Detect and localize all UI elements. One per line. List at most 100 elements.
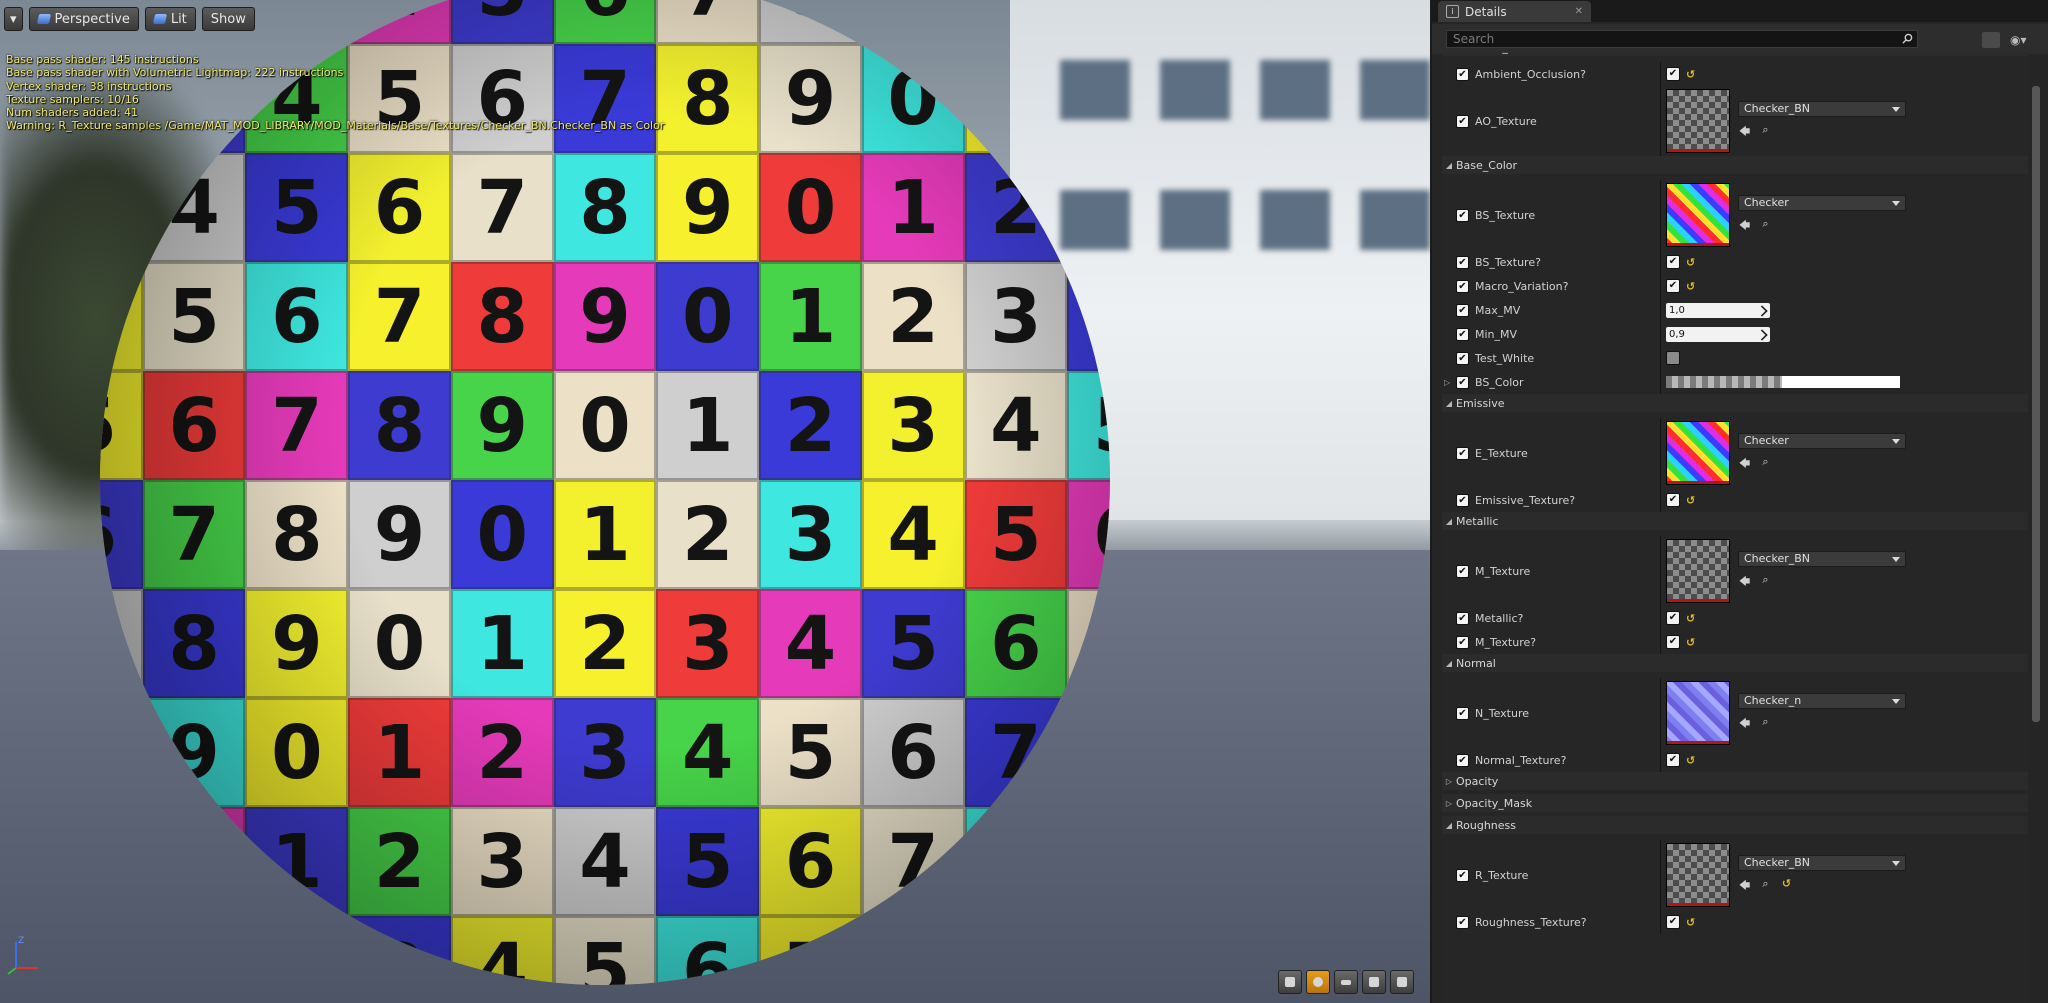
override-checkbox[interactable]: ✔: [1456, 375, 1469, 389]
override-checkbox[interactable]: ✔: [1456, 327, 1469, 341]
search-input[interactable]: Search: [1446, 30, 1918, 48]
texture-thumbnail[interactable]: [1666, 681, 1730, 745]
browse-search-icon[interactable]: ⌕: [1759, 455, 1772, 474]
browse-search-icon[interactable]: ⌕: [1759, 573, 1772, 592]
override-checkbox[interactable]: ✔: [1456, 635, 1469, 649]
reset-to-default-icon[interactable]: ↺: [1686, 280, 1695, 293]
texture-asset-dropdown[interactable]: Checker_BN: [1738, 550, 1906, 567]
category-ambient-occlusion[interactable]: ◢Ambient_Occlusion: [1442, 52, 2028, 56]
column-divider[interactable]: [1660, 678, 1661, 748]
browse-search-icon[interactable]: ⌕: [1759, 217, 1772, 236]
show-button[interactable]: Show: [201, 7, 255, 31]
texture-asset-dropdown[interactable]: Checker_n: [1738, 692, 1906, 709]
override-checkbox[interactable]: ✔: [1456, 493, 1469, 507]
reset-to-default-icon[interactable]: ↺: [1686, 754, 1695, 767]
texture-thumbnail[interactable]: [1666, 183, 1730, 247]
number-input[interactable]: 1,0: [1666, 302, 1770, 318]
texture-asset-dropdown[interactable]: Checker: [1738, 194, 1906, 211]
value-checkbox[interactable]: ✔: [1666, 255, 1680, 269]
tab-details[interactable]: i Details ✕: [1438, 1, 1591, 22]
drag-handle-icon[interactable]: [1756, 304, 1768, 317]
value-checkbox[interactable]: ✔: [1666, 279, 1680, 293]
column-divider[interactable]: [1660, 840, 1661, 910]
category-normal[interactable]: ◢ Normal: [1442, 654, 2028, 672]
override-checkbox[interactable]: ✔: [1456, 611, 1469, 625]
column-divider[interactable]: [1660, 274, 1661, 298]
column-divider[interactable]: [1660, 250, 1661, 274]
reset-to-default-icon[interactable]: ↺: [1686, 916, 1695, 929]
preview-sphere[interactable]: 1234567890123456789012345678901234567890…: [100, 0, 1110, 985]
use-selected-arrow-icon[interactable]: 🡄: [1738, 217, 1751, 236]
category-metallic[interactable]: ◢ Metallic: [1442, 512, 2028, 530]
column-divider[interactable]: [1660, 322, 1661, 346]
color-swatch[interactable]: [1666, 376, 1900, 388]
column-divider[interactable]: [1660, 748, 1661, 772]
browse-search-icon[interactable]: ⌕: [1759, 715, 1772, 734]
override-checkbox[interactable]: ✔: [1456, 446, 1469, 460]
column-divider[interactable]: [1660, 62, 1661, 86]
use-selected-arrow-icon[interactable]: 🡄: [1738, 573, 1751, 592]
value-checkbox[interactable]: ✔: [1666, 635, 1680, 649]
override-checkbox[interactable]: ✔: [1456, 303, 1469, 317]
browse-search-icon[interactable]: ⌕: [1759, 877, 1772, 896]
column-divider[interactable]: [1660, 180, 1661, 250]
category-base-color[interactable]: ◢ Base_Color: [1442, 156, 2028, 174]
drag-handle-icon[interactable]: [1756, 328, 1768, 341]
column-divider[interactable]: [1660, 910, 1661, 934]
details-scrollbar[interactable]: [2032, 86, 2040, 722]
category-roughness[interactable]: ◢ Roughness: [1442, 816, 2028, 834]
column-divider[interactable]: [1660, 418, 1661, 488]
close-icon[interactable]: ✕: [1575, 6, 1583, 17]
override-checkbox[interactable]: ✔: [1456, 255, 1469, 269]
reset-to-default-icon[interactable]: ↺: [1686, 68, 1695, 81]
category-opacity[interactable]: ▷ Opacity: [1442, 772, 2028, 790]
override-checkbox[interactable]: ✔: [1456, 208, 1469, 222]
column-divider[interactable]: [1660, 488, 1661, 512]
override-checkbox[interactable]: ✔: [1456, 868, 1469, 882]
viewport[interactable]: 1234567890123456789012345678901234567890…: [0, 0, 1430, 1003]
use-selected-arrow-icon[interactable]: 🡄: [1738, 123, 1751, 142]
texture-asset-dropdown[interactable]: Checker_BN: [1738, 854, 1906, 871]
use-selected-arrow-icon[interactable]: 🡄: [1738, 715, 1751, 734]
column-divider[interactable]: [1660, 606, 1661, 630]
cube-preview-button[interactable]: [1362, 970, 1386, 994]
override-checkbox[interactable]: ✔: [1456, 114, 1469, 128]
property-matrix-icon[interactable]: [1982, 32, 2000, 48]
reset-to-default-icon[interactable]: ↺: [1686, 494, 1695, 507]
override-checkbox[interactable]: ✔: [1456, 351, 1469, 365]
texture-thumbnail[interactable]: [1666, 89, 1730, 153]
sphere-preview-button[interactable]: [1306, 970, 1330, 994]
override-checkbox[interactable]: ✔: [1456, 279, 1469, 293]
override-checkbox[interactable]: ✔: [1456, 706, 1469, 720]
texture-asset-dropdown[interactable]: Checker: [1738, 432, 1906, 449]
use-selected-arrow-icon[interactable]: 🡄: [1738, 877, 1751, 896]
override-checkbox[interactable]: ✔: [1456, 915, 1469, 929]
column-divider[interactable]: [1660, 346, 1661, 370]
value-checkbox[interactable]: ✔: [1666, 493, 1680, 507]
perspective-button[interactable]: Perspective: [28, 7, 139, 31]
value-checkbox[interactable]: ✔: [1666, 753, 1680, 767]
column-divider[interactable]: [1660, 86, 1661, 156]
category-opacity-mask[interactable]: ▷ Opacity_Mask: [1442, 794, 2028, 812]
value-checkbox[interactable]: ✔: [1666, 67, 1680, 81]
viewport-menu-button[interactable]: ▾: [4, 7, 23, 31]
column-divider[interactable]: [1660, 536, 1661, 606]
texture-thumbnail[interactable]: [1666, 539, 1730, 603]
use-selected-arrow-icon[interactable]: 🡄: [1738, 455, 1751, 474]
expand-arrow-icon[interactable]: ▷: [1444, 378, 1454, 387]
plane-preview-button[interactable]: [1334, 970, 1358, 994]
column-divider[interactable]: [1660, 298, 1661, 322]
eye-icon[interactable]: ◉▾: [2010, 33, 2036, 47]
column-divider[interactable]: [1660, 630, 1661, 654]
value-checkbox[interactable]: ✔: [1666, 611, 1680, 625]
reset-to-default-icon[interactable]: ↺: [1686, 256, 1695, 269]
texture-thumbnail[interactable]: [1666, 843, 1730, 907]
reset-to-default-icon[interactable]: ↺: [1686, 612, 1695, 625]
override-checkbox[interactable]: ✔: [1456, 67, 1469, 81]
value-checkbox[interactable]: ✔: [1666, 915, 1680, 929]
value-checkbox[interactable]: ✔: [1666, 351, 1680, 365]
texture-thumbnail[interactable]: [1666, 421, 1730, 485]
texture-asset-dropdown[interactable]: Checker_BN: [1738, 100, 1906, 117]
override-checkbox[interactable]: ✔: [1456, 564, 1469, 578]
override-checkbox[interactable]: ✔: [1456, 753, 1469, 767]
